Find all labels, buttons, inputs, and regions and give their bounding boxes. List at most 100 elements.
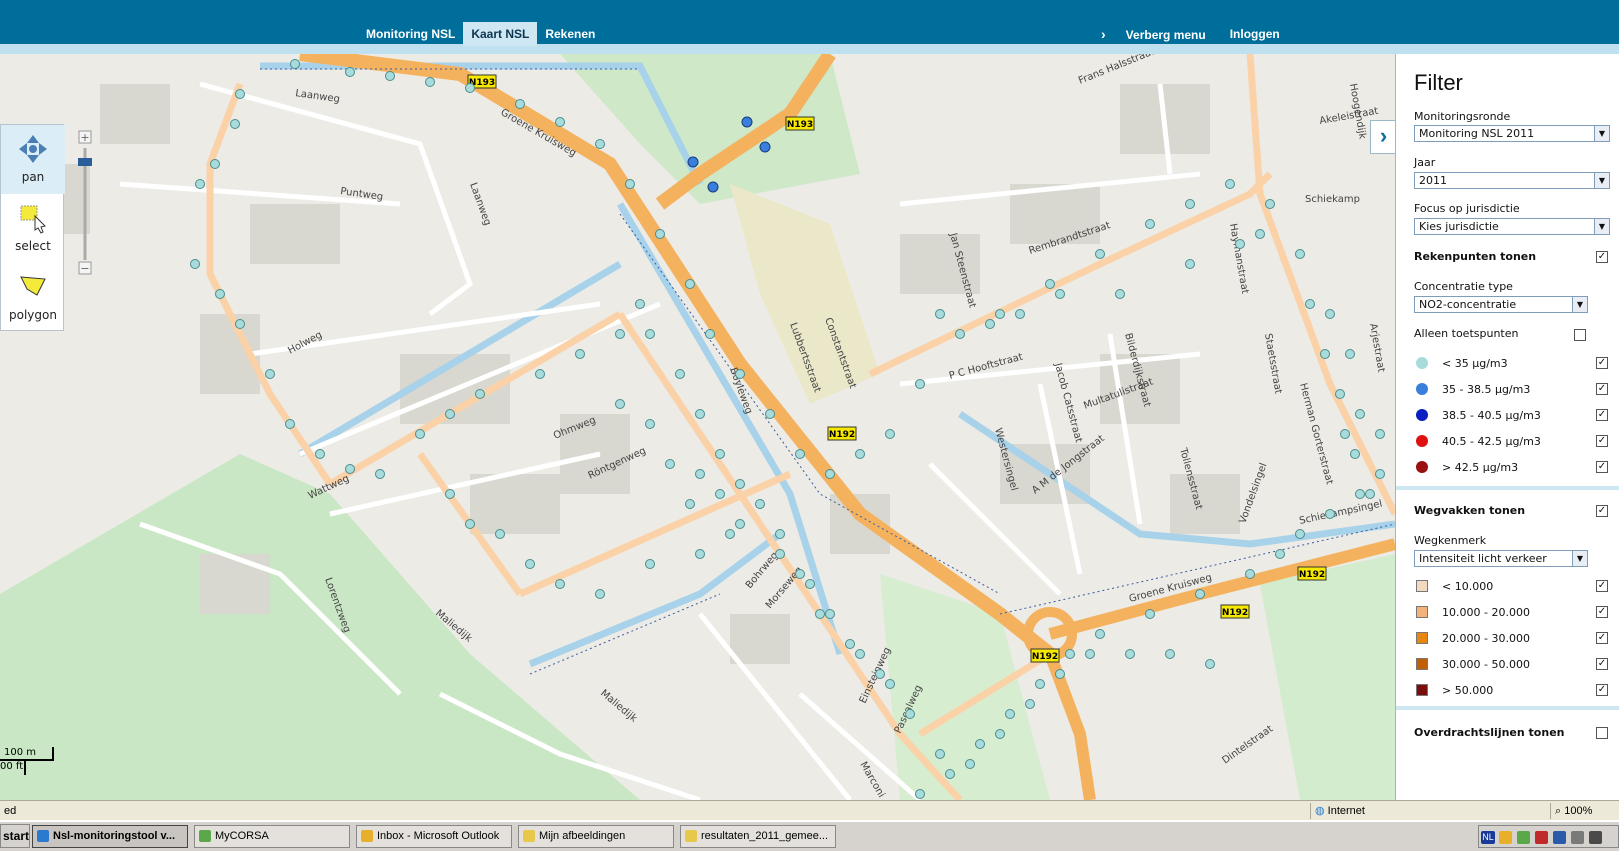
monitoring-point[interactable] (615, 329, 625, 339)
monitoring-point[interactable] (190, 259, 200, 269)
concentratie-select[interactable]: NO2-concentratie ▼ (1414, 296, 1588, 313)
monitoring-point[interactable] (635, 299, 645, 309)
concentration-legend-checkbox[interactable]: ✓ (1596, 461, 1608, 473)
concentration-legend-checkbox[interactable]: ✓ (1596, 435, 1608, 447)
hide-menu-link[interactable]: › Verberg menu (1085, 22, 1222, 47)
monitoring-point[interactable] (1320, 349, 1330, 359)
zoom-slider[interactable]: + − (78, 130, 92, 278)
monitoring-point[interactable] (345, 67, 355, 77)
traffic-legend-checkbox[interactable]: ✓ (1596, 684, 1608, 696)
tray-security-icon[interactable] (1589, 831, 1602, 844)
monitoring-point[interactable] (1045, 279, 1055, 289)
monitoring-point[interactable] (210, 159, 220, 169)
monitoring-point[interactable] (515, 99, 525, 109)
monitoring-point[interactable] (1165, 649, 1175, 659)
monitoring-point[interactable] (1295, 249, 1305, 259)
monitoring-point[interactable] (1065, 649, 1075, 659)
tab-kaart-nsl[interactable]: Kaart NSL (463, 22, 538, 46)
monitoring-point[interactable] (535, 369, 545, 379)
traffic-legend-checkbox[interactable]: ✓ (1596, 606, 1608, 618)
monitoring-point[interactable] (915, 379, 925, 389)
monitoring-point[interactable] (1115, 289, 1125, 299)
monitoring-point[interactable] (465, 83, 475, 93)
monitoring-point[interactable] (875, 669, 885, 679)
monitoring-point[interactable] (1055, 289, 1065, 299)
monitoring-point[interactable] (555, 117, 565, 127)
polygon-tool[interactable]: polygon (1, 263, 65, 332)
monitoring-point[interactable] (425, 77, 435, 87)
monitoring-point[interactable] (315, 449, 325, 459)
monitoring-point[interactable] (1095, 629, 1105, 639)
collapse-panel-button[interactable]: › (1370, 120, 1396, 154)
traffic-legend-checkbox[interactable]: ✓ (1596, 658, 1608, 670)
monitoring-point[interactable] (735, 479, 745, 489)
task-outlook-inbox[interactable]: Inbox - Microsoft Outlook (356, 825, 512, 848)
monitoring-point[interactable] (805, 579, 815, 589)
monitoring-point[interactable] (935, 309, 945, 319)
monitoring-point[interactable] (1145, 609, 1155, 619)
monitoring-point[interactable] (1145, 219, 1155, 229)
monitoring-point[interactable] (645, 329, 655, 339)
toetspunten-checkbox[interactable] (1574, 329, 1586, 341)
monitoring-point[interactable] (1350, 449, 1360, 459)
zoom-handle[interactable] (78, 158, 92, 166)
monitoring-point[interactable] (445, 409, 455, 419)
monitoring-point[interactable] (1025, 699, 1035, 709)
tray-outlook-icon[interactable] (1499, 831, 1512, 844)
login-link[interactable]: Inloggen (1222, 22, 1288, 46)
monitoring-point[interactable] (965, 759, 975, 769)
concentration-legend-checkbox[interactable]: ✓ (1596, 357, 1608, 369)
concentration-legend-checkbox[interactable]: ✓ (1596, 383, 1608, 395)
monitoring-point[interactable] (525, 559, 535, 569)
monitoring-point[interactable] (1235, 239, 1245, 249)
monitoring-point[interactable] (675, 369, 685, 379)
traffic-legend-checkbox[interactable]: ✓ (1596, 632, 1608, 644)
monitoring-point[interactable] (725, 529, 735, 539)
monitoring-point[interactable] (905, 709, 915, 719)
monitoring-point[interactable] (1085, 649, 1095, 659)
monitoring-point[interactable] (595, 139, 605, 149)
monitoring-point[interactable] (1375, 429, 1385, 439)
monitoring-point[interactable] (705, 329, 715, 339)
select-tool[interactable]: select (1, 194, 65, 263)
monitoring-point[interactable] (1325, 509, 1335, 519)
map-graphic[interactable]: LaanwegPuntweg LaanwegHolwegOhmwegRöntgen… (0, 54, 1395, 800)
monitoring-point[interactable] (715, 449, 725, 459)
monitoring-point[interactable] (825, 469, 835, 479)
monitoring-point[interactable] (795, 569, 805, 579)
monitoring-point[interactable] (1195, 589, 1205, 599)
monitoring-point[interactable] (385, 71, 395, 81)
monitoring-point[interactable] (795, 449, 805, 459)
monitoring-point[interactable] (495, 529, 505, 539)
monitoring-point[interactable] (595, 589, 605, 599)
monitoring-point[interactable] (655, 229, 665, 239)
monitoring-point[interactable] (445, 489, 455, 499)
monitoring-point[interactable] (625, 179, 635, 189)
monitoring-point[interactable] (645, 419, 655, 429)
tab-monitoring-nsl[interactable]: Monitoring NSL (358, 22, 463, 46)
zoom-level[interactable]: ⌕ 100% (1550, 803, 1619, 819)
concentration-legend-checkbox[interactable]: ✓ (1596, 409, 1608, 421)
monitoring-point[interactable] (735, 369, 745, 379)
monitoring-point[interactable] (1345, 349, 1355, 359)
task-mijn-afbeeldingen[interactable]: Mijn afbeeldingen (518, 825, 674, 848)
monitoring-point[interactable] (975, 739, 985, 749)
tray-antivirus-icon[interactable] (1535, 831, 1548, 844)
monitoring-point[interactable] (415, 429, 425, 439)
jaar-select[interactable]: 2011 ▼ (1414, 172, 1610, 189)
monitoring-point[interactable] (765, 409, 775, 419)
monitoring-point[interactable] (935, 749, 945, 759)
focus-select[interactable]: Kies jurisdictie ▼ (1414, 218, 1610, 235)
monitoring-point[interactable] (375, 469, 385, 479)
monitoring-point[interactable] (695, 409, 705, 419)
monitoring-point[interactable] (475, 389, 485, 399)
monitoring-point[interactable] (345, 464, 355, 474)
monitoring-point[interactable] (885, 429, 895, 439)
monitoring-point[interactable] (265, 369, 275, 379)
monitoring-point[interactable] (1365, 489, 1375, 499)
monitoring-point[interactable] (235, 89, 245, 99)
rekenpunten-checkbox[interactable]: ✓ (1596, 251, 1608, 263)
monitoring-point[interactable] (815, 609, 825, 619)
monitoring-point[interactable] (775, 529, 785, 539)
monitoring-point[interactable] (695, 469, 705, 479)
